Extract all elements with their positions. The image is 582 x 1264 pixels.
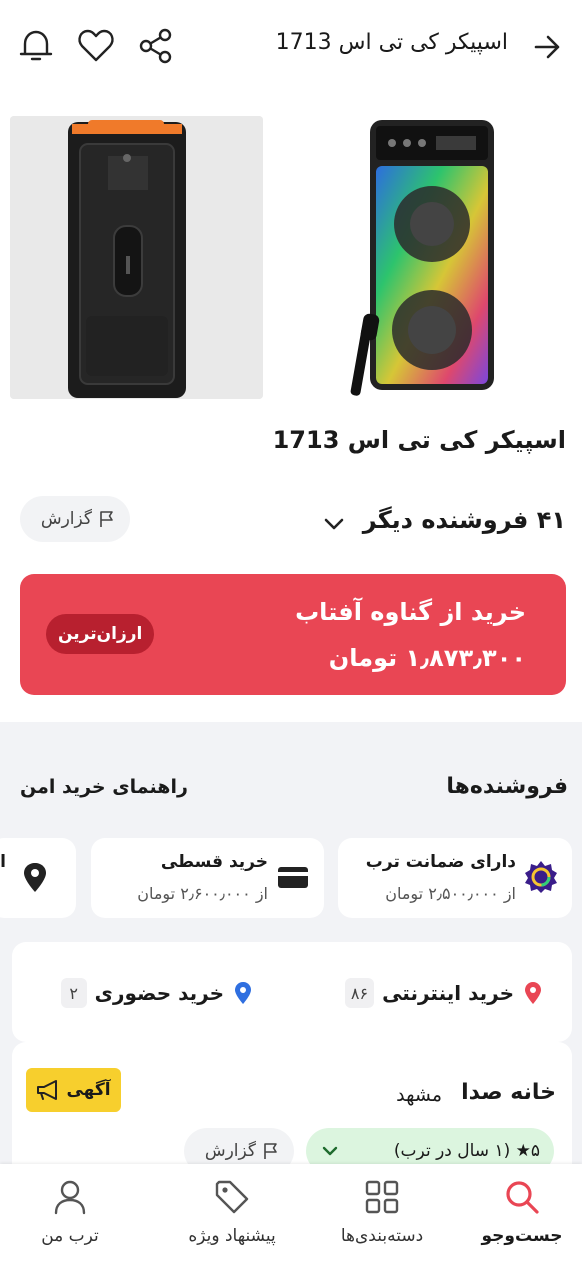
sellers-section-title: فروشنده‌ها: [446, 774, 568, 799]
product-title: اسپیکر کی تی اس 1713: [272, 426, 566, 454]
chip-price: از ۲٫۶۰۰٫۰۰۰ تومان: [137, 884, 268, 903]
shop-name: خانه صدا: [461, 1080, 556, 1105]
rating-text: ۵★ (۱ سال در ترب): [393, 1141, 540, 1161]
flag-icon: [264, 1143, 277, 1159]
product-gallery[interactable]: [0, 116, 582, 400]
cheapest-offer-button[interactable]: خرید از گناوه آفتاب ۱٫۸۷۳٫۳۰۰ تومان ارزا…: [20, 574, 566, 695]
chip-title: خرید قسطی: [160, 852, 268, 872]
nav-label: جست‌وجو: [481, 1226, 563, 1246]
offer-price: ۱٫۸۷۳٫۳۰۰ تومان: [328, 644, 526, 672]
torob-guarantee-icon: [525, 861, 557, 893]
online-count-badge: ۸۶: [344, 978, 375, 1008]
ad-badge: آگهی: [26, 1068, 121, 1112]
share-icon[interactable]: [136, 26, 176, 66]
chevron-down-icon: [322, 1146, 338, 1156]
bell-icon[interactable]: [16, 26, 56, 66]
location-pin-icon: [235, 982, 251, 1004]
top-bar: اسپیکر کی تی اس 1713: [0, 0, 582, 96]
report-label: گزارش: [204, 1141, 256, 1161]
megaphone-icon: [37, 1080, 58, 1100]
credit-card-icon: [278, 867, 308, 888]
offer-shop-line: خرید از گناوه آفتاب: [295, 598, 526, 626]
chip-torob-guarantee[interactable]: دارای ضمانت ترب از ۲٫۵۰۰٫۰۰۰ تومان: [338, 838, 572, 918]
nav-label: دسته‌بندی‌ها: [340, 1226, 424, 1246]
chip-installment[interactable]: خرید قسطی از ۲٫۶۰۰٫۰۰۰ تومان: [91, 838, 324, 918]
other-sellers-row[interactable]: ۴۱ فروشنده دیگر گزارش: [0, 496, 582, 552]
chip-title: دارای ضمانت ترب: [365, 852, 516, 872]
nav-label: پیشنهاد ویژه: [188, 1226, 276, 1246]
report-label: گزارش: [40, 509, 92, 529]
inperson-count-badge: ۲: [60, 978, 87, 1008]
heart-icon[interactable]: [76, 26, 116, 66]
chip-nearby[interactable]: ا: [0, 838, 76, 918]
online-purchase-tab[interactable]: خرید اینترنتی ۸۶: [344, 978, 544, 1008]
search-icon: [506, 1181, 539, 1214]
nav-my-torob[interactable]: ترب من: [10, 1174, 130, 1254]
shop-city: مشهد: [396, 1084, 442, 1106]
flag-icon: [100, 511, 113, 527]
report-button[interactable]: گزارش: [20, 496, 130, 542]
product-image-front[interactable]: [312, 116, 564, 400]
nav-search[interactable]: جست‌وجو: [462, 1174, 582, 1254]
shop-card[interactable]: خانه صدا مشهد آگهی ۵★ (۱ سال در ترب) گزا…: [12, 1042, 572, 1182]
user-icon: [54, 1180, 86, 1215]
arrow-right-icon[interactable]: [530, 30, 564, 64]
chip-title: ا: [0, 852, 6, 872]
chevron-down-icon[interactable]: [322, 512, 346, 536]
nav-label: ترب من: [41, 1226, 99, 1246]
other-sellers-count[interactable]: ۴۱ فروشنده دیگر: [363, 506, 566, 534]
ad-label: آگهی: [66, 1080, 111, 1100]
inperson-purchase-label: خرید حضوری: [94, 981, 224, 1005]
location-pin-icon: [525, 982, 541, 1004]
nav-special-offer[interactable]: پیشنهاد ویژه: [172, 1174, 292, 1254]
cheapest-badge: ارزان‌ترین: [46, 614, 155, 654]
online-purchase-label: خرید اینترنتی: [382, 981, 514, 1005]
tag-icon: [215, 1180, 249, 1214]
grid-icon: [365, 1180, 399, 1214]
chip-price: از ۲٫۵۰۰٫۰۰۰ تومان: [385, 884, 516, 903]
page-title: اسپیکر کی تی اس 1713: [275, 30, 508, 55]
purchase-modes-card: خرید اینترنتی ۸۶ خرید حضوری ۲: [12, 942, 572, 1042]
location-pin-icon: [24, 863, 46, 892]
safe-shopping-guide-link[interactable]: راهنمای خرید امن: [20, 776, 188, 798]
nav-categories[interactable]: دسته‌بندی‌ها: [322, 1174, 442, 1254]
inperson-purchase-tab[interactable]: خرید حضوری ۲: [60, 978, 254, 1008]
product-image-back[interactable]: [10, 116, 263, 399]
bottom-navigation: جست‌وجو دسته‌بندی‌ها پیشنهاد ویژه ترب من: [0, 1164, 582, 1264]
